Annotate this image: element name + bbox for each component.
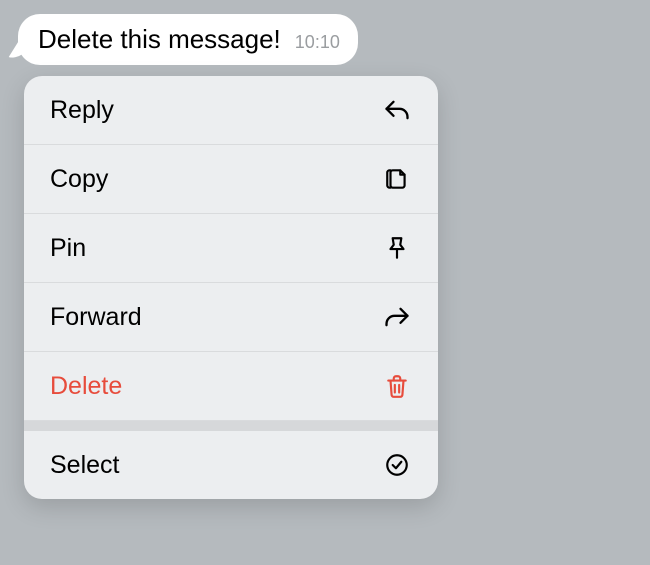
delete-button[interactable]: Delete (24, 352, 438, 421)
forward-icon (382, 302, 412, 332)
forward-label: Forward (50, 303, 142, 332)
message-bubble[interactable]: Delete this message! 10:10 (18, 14, 358, 65)
copy-icon (382, 164, 412, 194)
pin-button[interactable]: Pin (24, 214, 438, 283)
delete-label: Delete (50, 372, 122, 401)
context-menu: Reply Copy Pin Forward (24, 76, 438, 499)
reply-icon (382, 95, 412, 125)
select-button[interactable]: Select (24, 431, 438, 499)
checkmark-circle-icon (382, 450, 412, 480)
select-label: Select (50, 451, 119, 480)
copy-label: Copy (50, 165, 108, 194)
menu-separator (24, 421, 438, 431)
copy-button[interactable]: Copy (24, 145, 438, 214)
forward-button[interactable]: Forward (24, 283, 438, 352)
message-text: Delete this message! (38, 24, 281, 55)
reply-button[interactable]: Reply (24, 76, 438, 145)
trash-icon (382, 371, 412, 401)
pin-icon (382, 233, 412, 263)
pin-label: Pin (50, 234, 86, 263)
message-timestamp: 10:10 (295, 32, 340, 53)
reply-label: Reply (50, 96, 114, 125)
